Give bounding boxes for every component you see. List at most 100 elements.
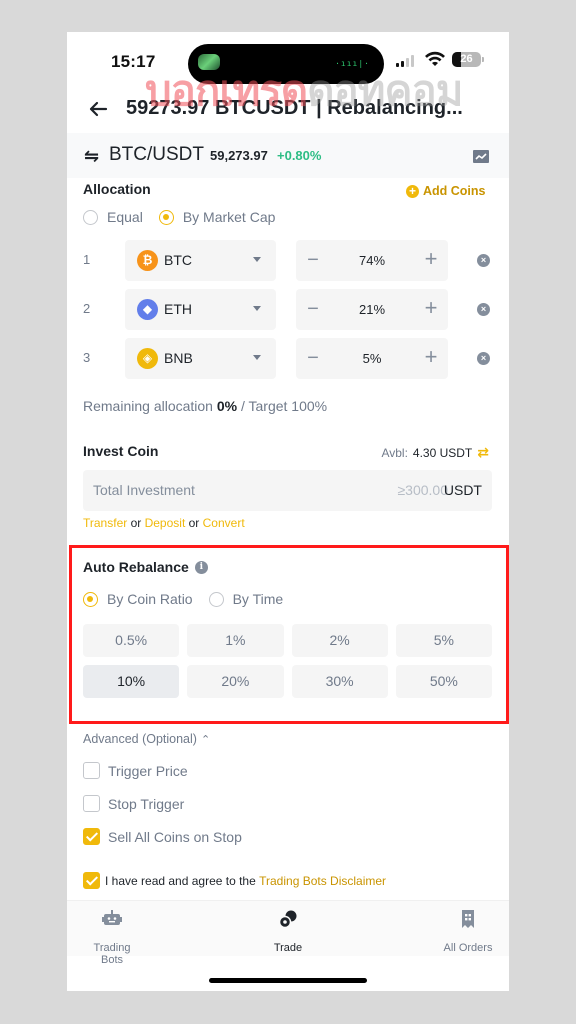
- increase-button[interactable]: +: [422, 295, 440, 321]
- allocation-label: Allocation: [83, 181, 151, 197]
- radio-equal-label[interactable]: Equal: [107, 209, 143, 225]
- funding-links: Transfer or Deposit or Convert: [83, 516, 245, 530]
- eth-icon: ◆: [137, 299, 158, 320]
- nav-trading-bots[interactable]: Trading Bots: [83, 909, 141, 966]
- stop-trigger-option[interactable]: Stop Trigger: [83, 795, 184, 812]
- investment-unit: USDT: [443, 482, 482, 498]
- avbl-label: Avbl:: [381, 445, 408, 460]
- deposit-link[interactable]: Deposit: [145, 516, 186, 530]
- radio-by-market-cap-label[interactable]: By Market Cap: [183, 209, 276, 225]
- sell-all-coins-option[interactable]: Sell All Coins on Stop: [83, 828, 242, 845]
- decrease-button[interactable]: −: [304, 296, 322, 322]
- disclaimer-link[interactable]: Trading Bots Disclaimer: [259, 874, 386, 888]
- total-investment-input[interactable]: Total Investment ≥300.00 USDT: [83, 470, 492, 511]
- phone-screen: 15:17 ·ııı|· 26 59273.97 BTCUSDT | Rebal…: [67, 32, 509, 991]
- remove-coin-icon[interactable]: ×: [477, 254, 490, 267]
- coin-selector[interactable]: ₿ BTC: [125, 240, 276, 281]
- transfer-icon[interactable]: ⇄: [477, 444, 489, 461]
- dropdown-caret-icon: [253, 257, 261, 262]
- chart-icon[interactable]: [473, 150, 489, 163]
- disclaimer-text: I have read and agree to the: [105, 873, 256, 888]
- checkbox-checked[interactable]: [83, 828, 100, 845]
- nav-trade[interactable]: Trade: [263, 909, 313, 954]
- convert-link[interactable]: Convert: [203, 516, 245, 530]
- coin-symbol: BNB: [164, 350, 193, 366]
- dynamic-island: ·ııı|·: [188, 44, 384, 84]
- island-audio-wave-icon: ·ııı|·: [335, 59, 370, 68]
- available-balance: Avbl: 4.30 USDT ⇄: [381, 444, 489, 461]
- add-coins-label: Add Coins: [423, 184, 486, 198]
- allocation-mode-group: Equal By Market Cap: [83, 209, 275, 225]
- plus-circle-icon: +: [406, 184, 419, 198]
- coin-row: 2 ◆ ETH − 21% + ×: [67, 289, 509, 330]
- battery-level: 26: [460, 53, 473, 65]
- chevron-up-icon: ⌃: [200, 733, 211, 746]
- disclaimer-checkbox[interactable]: [83, 872, 100, 889]
- highlight-box: [69, 545, 509, 724]
- trigger-price-option[interactable]: Trigger Price: [83, 762, 188, 779]
- checkbox-label: Sell All Coins on Stop: [108, 828, 242, 845]
- cellular-signal-icon: [396, 55, 414, 67]
- or-text: or: [188, 516, 200, 530]
- decrease-button[interactable]: −: [304, 345, 322, 371]
- page-title: 59273.97 BTCUSDT | Rebalancing...: [126, 97, 463, 119]
- nav-label: Trading Bots: [93, 942, 131, 966]
- trading-pair[interactable]: BTC/USDT: [109, 144, 204, 166]
- coin-symbol: ETH: [164, 301, 192, 317]
- minimum-investment: ≥300.00: [397, 482, 448, 498]
- coin-index: 2: [83, 301, 91, 316]
- coin-symbol: BTC: [164, 252, 192, 268]
- avbl-value: 4.30 USDT: [412, 445, 473, 460]
- remove-coin-icon[interactable]: ×: [477, 303, 490, 316]
- robot-icon: [102, 910, 122, 925]
- add-coins-button[interactable]: + Add Coins: [406, 184, 486, 198]
- checkbox[interactable]: [83, 795, 100, 812]
- investment-placeholder: Total Investment: [93, 482, 195, 498]
- advanced-toggle[interactable]: Advanced (Optional) ⌃: [83, 732, 210, 746]
- invest-coin-label: Invest Coin: [83, 443, 159, 459]
- nav-label: Trade: [273, 942, 303, 954]
- increase-button[interactable]: +: [422, 246, 440, 272]
- battery-tip: [482, 57, 484, 62]
- percent-value[interactable]: 5%: [336, 351, 408, 366]
- nav-label: All Orders: [443, 942, 493, 954]
- bottom-nav: Trading Bots Trade All Orders: [67, 900, 509, 966]
- orders-icon: [462, 910, 474, 928]
- transfer-link[interactable]: Transfer: [83, 516, 127, 530]
- or-text: or: [130, 516, 142, 530]
- radio-by-market-cap[interactable]: [158, 209, 174, 225]
- checkbox-label: Stop Trigger: [108, 795, 185, 812]
- increase-button[interactable]: +: [422, 344, 440, 370]
- coin-selector[interactable]: ◆ ETH: [125, 289, 276, 330]
- radio-equal[interactable]: [83, 209, 98, 225]
- dropdown-caret-icon: [253, 355, 261, 360]
- price-change: +0.80%: [277, 148, 322, 163]
- percent-stepper: − 5% +: [296, 338, 448, 379]
- percent-stepper: − 74% +: [296, 240, 448, 281]
- coin-index: 3: [83, 350, 91, 365]
- target-value: / Target 100%: [240, 398, 328, 414]
- checkbox-label: Trigger Price: [108, 762, 188, 779]
- nav-all-orders[interactable]: All Orders: [441, 909, 495, 954]
- remaining-value: 0%: [216, 398, 238, 414]
- remaining-allocation: Remaining allocation 0% / Target 100%: [83, 398, 327, 414]
- home-indicator[interactable]: [209, 978, 367, 983]
- coin-row: 1 ₿ BTC − 74% + ×: [67, 240, 509, 281]
- percent-value[interactable]: 21%: [336, 302, 408, 317]
- wifi-icon: [425, 51, 445, 66]
- checkbox[interactable]: [83, 762, 100, 779]
- disclaimer-agreement: I have read and agree to the Trading Bot…: [83, 872, 386, 889]
- remove-coin-icon[interactable]: ×: [477, 352, 490, 365]
- back-arrow-icon[interactable]: [87, 98, 109, 120]
- battery-icon: 26: [452, 52, 481, 67]
- ticker-bar[interactable]: ⇋ BTC/USDT 59,273.97 +0.80%: [67, 133, 509, 178]
- coin-row: 3 ◈ BNB − 5% + ×: [67, 338, 509, 379]
- island-media-thumbnail: [198, 54, 220, 70]
- decrease-button[interactable]: −: [304, 247, 322, 273]
- percent-stepper: − 21% +: [296, 289, 448, 330]
- swap-pair-icon[interactable]: ⇋: [84, 146, 99, 167]
- percent-value[interactable]: 74%: [336, 253, 408, 268]
- coin-selector[interactable]: ◈ BNB: [125, 338, 276, 379]
- trade-icon: [278, 910, 297, 929]
- dropdown-caret-icon: [253, 306, 261, 311]
